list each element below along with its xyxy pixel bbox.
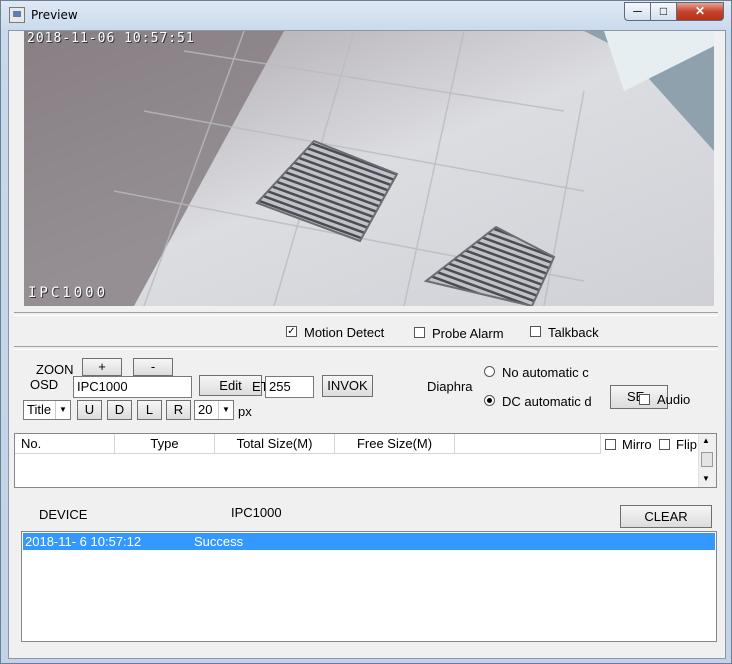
scroll-thumb[interactable] — [701, 452, 713, 467]
window-title: Preview — [31, 8, 78, 22]
column-header-total-size[interactable]: Total Size(M) — [215, 434, 335, 454]
flip-label: Flip — [676, 437, 697, 452]
osd-position-select[interactable]: Title ▼ — [23, 400, 71, 420]
probe-alarm-checkbox[interactable] — [414, 327, 425, 338]
clear-log-button[interactable]: CLEAR — [620, 505, 712, 528]
mirror-checkbox[interactable] — [605, 439, 616, 450]
dc-automatic-label: DC automatic d — [502, 394, 592, 409]
zoom-out-button[interactable]: - — [133, 358, 173, 376]
storage-list[interactable]: No. Type Total Size(M) Free Size(M) Mirr… — [14, 433, 717, 488]
px-unit-label: px — [238, 404, 252, 419]
osd-font-size-select[interactable]: 20 ▼ — [194, 400, 234, 420]
scroll-down-icon[interactable]: ▼ — [702, 474, 710, 483]
column-header-type-label: Type — [150, 436, 179, 451]
probe-alarm-label: Probe Alarm — [432, 326, 504, 341]
title-bar[interactable]: Preview ─ □ ✕ — [1, 1, 731, 29]
client-area: 2018-11-06 10:57:51 IPC1000 ✓ Motion Det… — [8, 30, 726, 659]
audio-checkbox[interactable] — [639, 394, 650, 405]
scroll-up-icon[interactable]: ▲ — [702, 436, 710, 445]
osd-move-right-button[interactable]: R — [166, 400, 191, 420]
divider — [14, 346, 718, 350]
column-header-no[interactable]: No. — [15, 434, 115, 454]
zoom-label: ZOON — [36, 362, 74, 377]
zoom-in-button[interactable]: + — [82, 358, 122, 376]
osd-text-input[interactable]: IPC1000 — [73, 376, 192, 398]
motion-detect-checkbox[interactable]: ✓ — [286, 326, 297, 337]
audio-label: Audio — [657, 392, 691, 407]
device-value: IPC1000 — [231, 505, 282, 520]
osd-move-left-button[interactable]: L — [137, 400, 162, 420]
preset-input[interactable]: 255 — [265, 376, 314, 398]
no-automatic-label: No automatic c — [502, 365, 589, 380]
osd-label: OSD — [30, 377, 59, 392]
event-log-list[interactable]: 2018-11- 6 10:57:12 Success — [21, 531, 717, 642]
log-row[interactable]: 2018-11- 6 10:57:12 Success — [23, 533, 715, 550]
column-header-empty — [455, 434, 601, 454]
column-header-total-size-label: Total Size(M) — [236, 436, 313, 451]
video-preview[interactable]: 2018-11-06 10:57:51 IPC1000 — [24, 31, 714, 306]
maximize-button[interactable]: □ — [650, 2, 677, 21]
talkback-label: Talkback — [548, 325, 599, 340]
camera-image — [24, 31, 714, 306]
column-header-free-size[interactable]: Free Size(M) — [335, 434, 455, 454]
mirror-label: Mirro — [622, 437, 652, 452]
divider — [14, 312, 718, 316]
osd-move-up-button[interactable]: U — [77, 400, 102, 420]
preset-invoke-button[interactable]: INVOK — [322, 375, 373, 397]
vertical-scrollbar[interactable]: ▲ ▼ — [698, 434, 716, 487]
talkback-checkbox[interactable] — [530, 326, 541, 337]
osd-move-down-button[interactable]: D — [107, 400, 132, 420]
osd-camera-name: IPC1000 — [28, 285, 109, 301]
osd-position-value: Title — [27, 402, 52, 417]
osd-timestamp: 2018-11-06 10:57:51 — [27, 31, 195, 46]
device-label: DEVICE — [39, 507, 88, 522]
osd-font-size-value: 20 — [198, 402, 213, 417]
dc-automatic-radio[interactable] — [484, 395, 495, 406]
close-button[interactable]: ✕ — [676, 2, 724, 21]
column-header-type[interactable]: Type — [115, 434, 215, 454]
motion-detect-label: Motion Detect — [304, 325, 385, 340]
chevron-down-icon: ▼ — [218, 401, 233, 419]
no-automatic-radio[interactable] — [484, 366, 495, 377]
minimize-button[interactable]: ─ — [624, 2, 651, 21]
app-icon — [9, 7, 25, 23]
flip-checkbox[interactable] — [659, 439, 670, 450]
log-time: 2018-11- 6 10:57:12 — [25, 534, 142, 549]
diaphragm-label: Diaphra — [427, 379, 473, 394]
column-header-free-size-label: Free Size(M) — [356, 436, 433, 451]
chevron-down-icon: ▼ — [55, 401, 70, 419]
preview-window: Preview ─ □ ✕ 2018-11-06 10:57:51 IPC100… — [0, 0, 732, 664]
log-message: Success — [194, 534, 244, 549]
